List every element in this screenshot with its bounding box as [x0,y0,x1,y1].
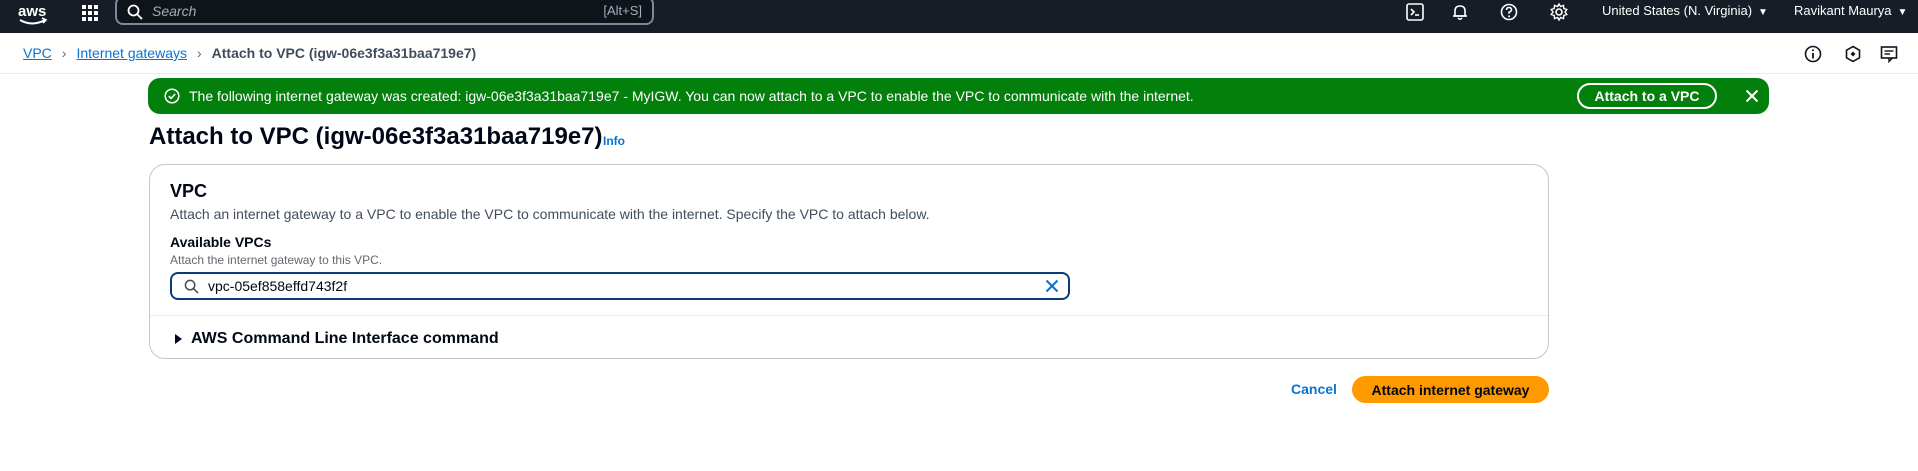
breadcrumb-bar: VPC › Internet gateways › Attach to VPC … [0,33,1918,74]
notifications-icon[interactable] [1450,2,1470,22]
hexagon-icon[interactable] [1843,44,1863,64]
feedback-icon[interactable] [1879,44,1899,64]
chevron-right-icon: › [61,45,67,61]
search-icon [127,4,143,20]
info-link[interactable]: Info [603,134,625,148]
search-shortcut: [Alt+S] [603,3,642,18]
account-menu[interactable]: Ravikant Maurya ▼ [1794,3,1907,18]
available-vpcs-label: Available VPCs [170,234,272,250]
divider [150,315,1548,316]
attach-to-vpc-button[interactable]: Attach to a VPC [1577,83,1717,109]
cli-command-expander[interactable]: AWS Command Line Interface command [175,330,499,348]
aws-logo[interactable]: aws [18,2,48,28]
success-check-icon [164,88,180,104]
cli-command-label: AWS Command Line Interface command [191,330,499,347]
services-grid-icon[interactable] [80,3,100,23]
search-placeholder: Search [152,3,197,19]
search-icon [184,279,199,294]
close-icon[interactable] [1744,88,1760,104]
cancel-button[interactable]: Cancel [1291,381,1337,397]
top-navigation: aws Search [Alt+S] United States (N. Vir… [0,0,1918,33]
cloudshell-icon[interactable] [1405,2,1425,22]
caret-down-icon: ▼ [1897,7,1908,18]
help-icon[interactable] [1499,2,1519,22]
breadcrumb-vpc[interactable]: VPC [23,45,52,61]
svg-text:aws: aws [18,3,46,20]
breadcrumb: VPC › Internet gateways › Attach to VPC … [23,45,476,61]
breadcrumb-internet-gateways[interactable]: Internet gateways [76,45,187,61]
vpc-container: VPC Attach an internet gateway to a VPC … [149,164,1549,359]
vpc-autosuggest[interactable] [170,272,1070,300]
user-name: Ravikant Maurya [1794,3,1892,18]
global-search-input[interactable]: Search [Alt+S] [115,0,654,25]
flash-message: The following internet gateway was creat… [189,88,1194,104]
caret-down-icon: ▼ [1758,7,1768,18]
success-flashbar: The following internet gateway was creat… [148,78,1769,114]
chevron-right-icon: › [196,45,202,61]
info-circle-icon[interactable] [1803,44,1823,64]
settings-icon[interactable] [1549,2,1569,22]
section-heading: VPC [170,181,208,201]
page-title: Attach to VPC (igw-06e3f3a31baa719e7) [149,123,603,150]
caret-right-icon [175,334,182,344]
region-label: United States (N. Virginia) [1602,3,1753,18]
region-selector[interactable]: United States (N. Virginia) ▼ [1602,3,1768,18]
attach-internet-gateway-button[interactable]: Attach internet gateway [1352,376,1549,403]
vpc-search-field[interactable] [208,276,1028,296]
clear-icon[interactable] [1044,278,1060,294]
section-description: Attach an internet gateway to a VPC to e… [170,206,930,222]
breadcrumb-current: Attach to VPC (igw-06e3f3a31baa719e7) [211,45,477,61]
available-vpcs-description: Attach the internet gateway to this VPC. [170,253,383,267]
